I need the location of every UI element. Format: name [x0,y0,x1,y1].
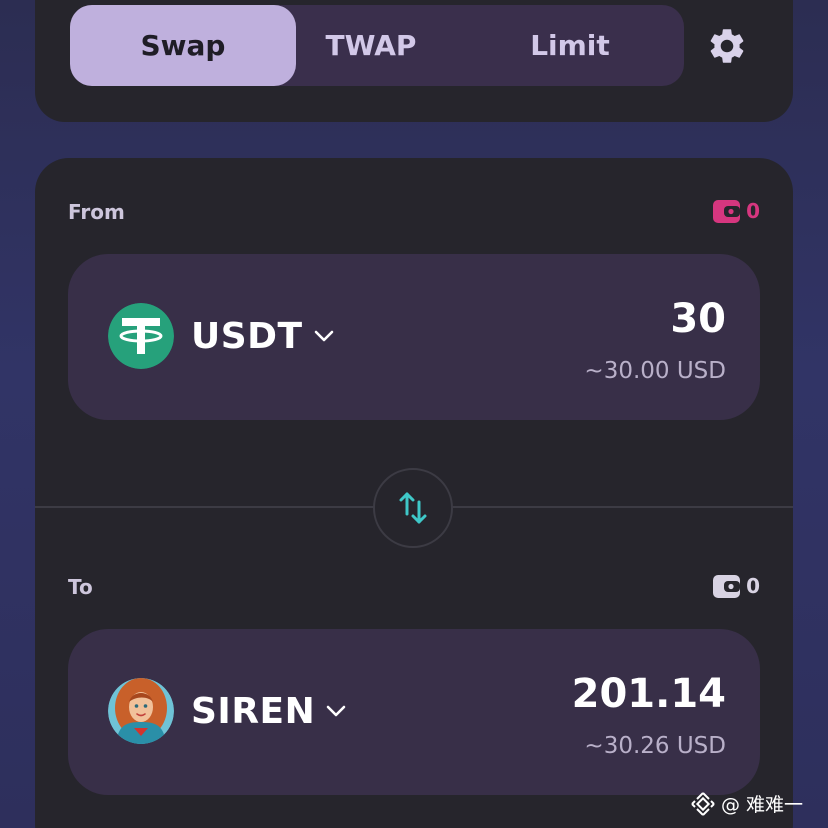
from-balance-value: 0 [746,199,760,223]
from-label: From [68,200,125,224]
wallet-icon [713,574,741,598]
to-token-selector[interactable]: SIREN [108,677,347,745]
to-balance-value: 0 [746,574,760,598]
usdt-logo-icon [108,303,174,369]
chevron-down-icon [314,330,333,342]
tab-twap[interactable]: TWAP [296,5,446,86]
mode-tab-group: Swap TWAP Limit [70,5,684,86]
to-amount-input[interactable] [406,671,726,717]
to-token-box: SIREN ~30.26 USD [68,629,760,795]
binance-logo-icon [691,791,715,816]
watermark-text: @ 难难一 [721,794,804,816]
to-usd-value: ~30.26 USD [584,733,726,759]
to-label: To [68,575,93,599]
from-token-box: USDT ~30.00 USD [68,254,760,420]
from-amount-input[interactable] [406,296,726,342]
gear-icon[interactable] [706,25,748,67]
to-balance: 0 [713,574,760,598]
swap-direction-icon [399,492,427,524]
wallet-icon [713,199,741,223]
tab-limit[interactable]: Limit [495,5,645,86]
switch-direction-button[interactable] [373,468,453,548]
from-usd-value: ~30.00 USD [584,358,726,384]
siren-logo-icon [108,678,174,744]
from-token-selector[interactable]: USDT [108,302,335,370]
to-token-symbol: SIREN [191,690,316,732]
from-balance: 0 [713,199,760,223]
chevron-down-icon [326,705,346,717]
from-token-symbol: USDT [191,315,303,357]
watermark: @ 难难一 [690,790,803,817]
tab-swap[interactable]: Swap [70,5,296,86]
